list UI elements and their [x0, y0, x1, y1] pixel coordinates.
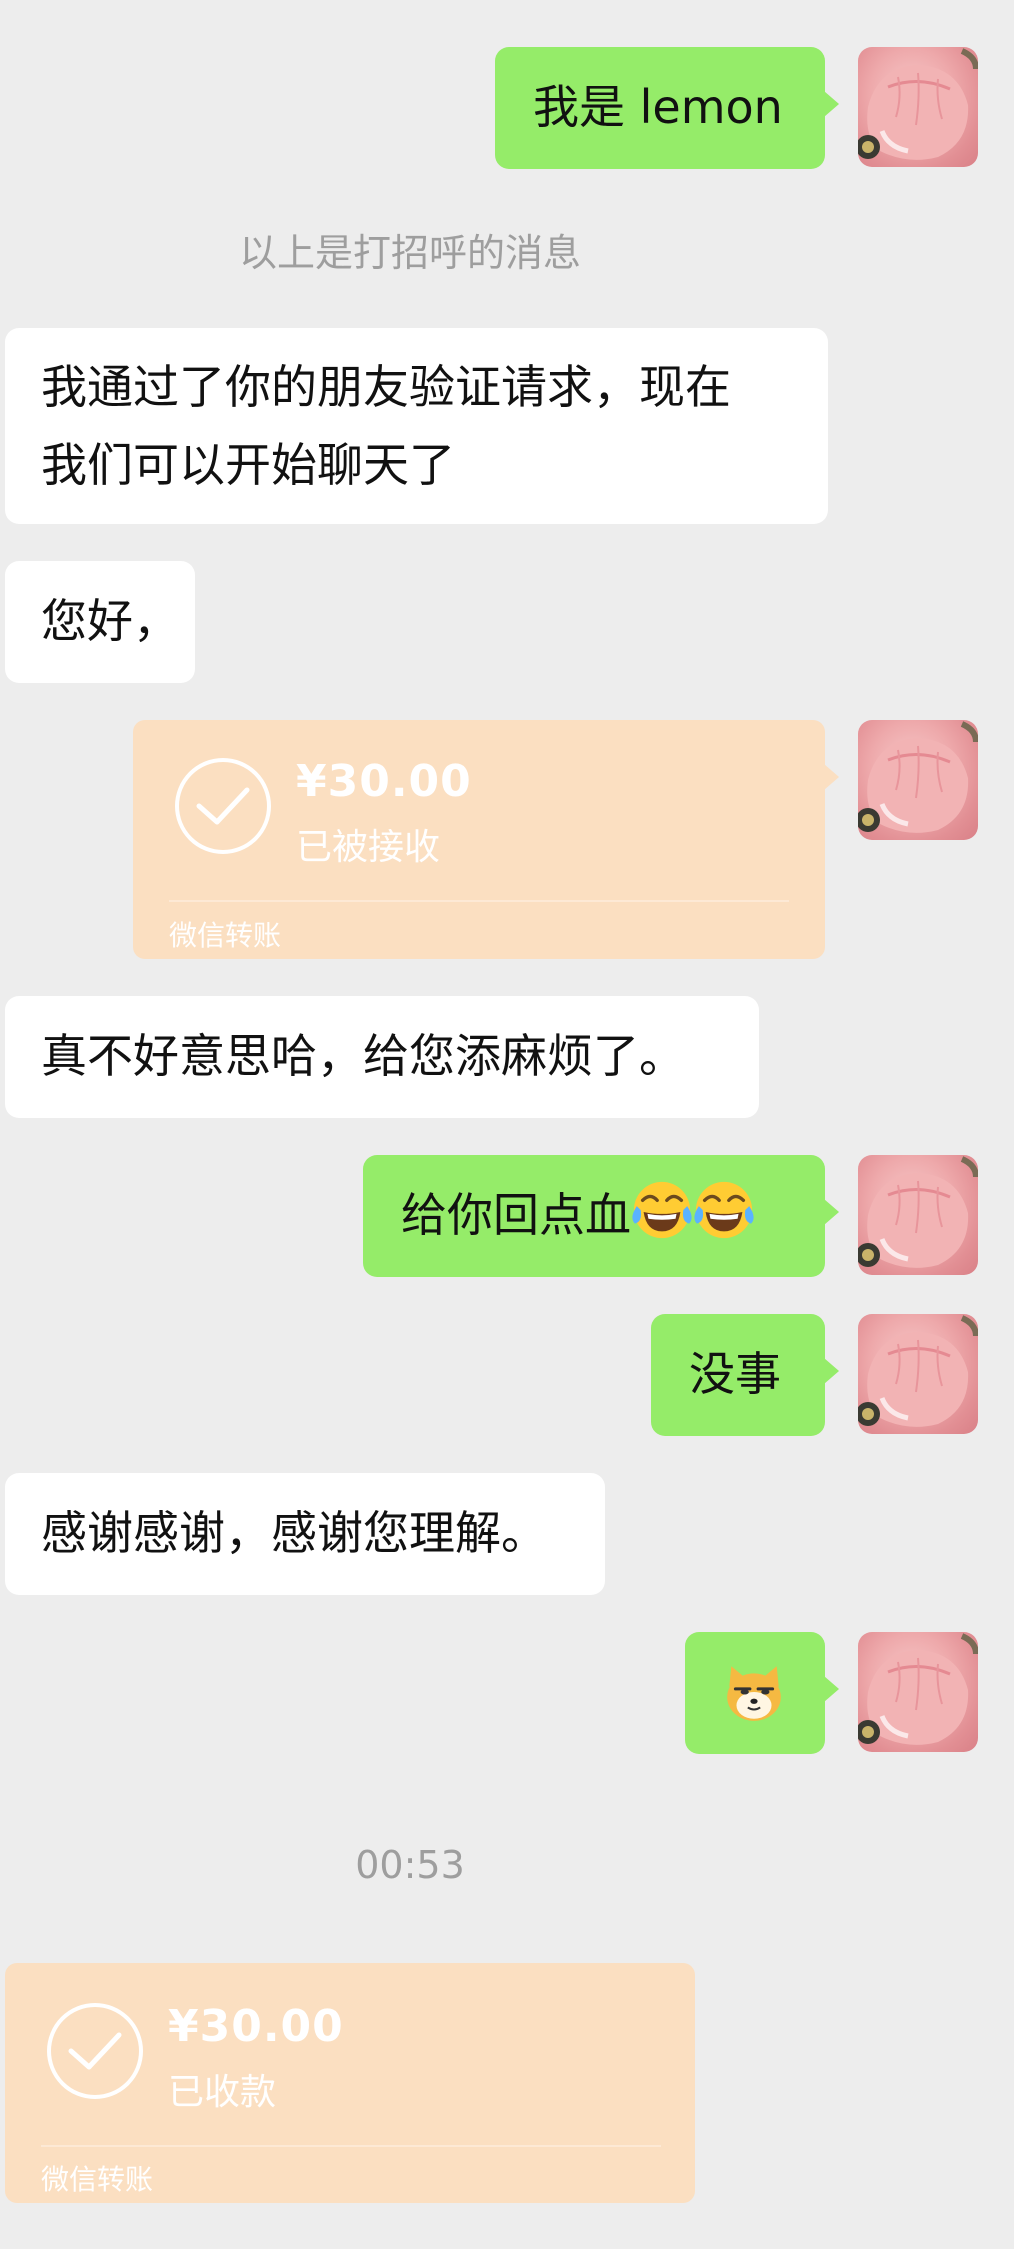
- timestamp: 00:53: [355, 1843, 465, 1887]
- laugh-cry-emoji-icon: [694, 1181, 754, 1239]
- message-text: 真不好意思哈，给您添麻烦了。: [41, 1029, 685, 1083]
- transfer-card-sent[interactable]: ¥30.00 已被接收 微信转账: [133, 720, 839, 959]
- avatar-image: [858, 1156, 978, 1268]
- avatar-self[interactable]: [858, 1314, 978, 1434]
- message-bubble-sent[interactable]: 给你回点血: [363, 1155, 839, 1277]
- message-text: 没事: [689, 1347, 781, 1401]
- transfer-card-received[interactable]: ¥30.00 已收款 微信转账: [5, 1963, 695, 2203]
- message-text: 我是 lemon: [533, 80, 783, 134]
- transfer-amount: ¥30.00: [168, 2001, 344, 2052]
- message-text: 您好，: [41, 594, 179, 648]
- message-text: 感谢感谢，感谢您理解。: [41, 1506, 547, 1560]
- message-bubble-received[interactable]: 感谢感谢，感谢您理解。: [5, 1473, 605, 1595]
- transfer-divider: [41, 2145, 661, 2147]
- system-message: 以上是打招呼的消息: [238, 231, 581, 275]
- message-bubble-sent[interactable]: [685, 1632, 839, 1754]
- message-bubble-sent[interactable]: 我是 lemon: [495, 47, 839, 169]
- message-text-line-1: 我通过了你的朋友验证请求，现在: [41, 360, 731, 414]
- avatar-self[interactable]: [858, 720, 978, 840]
- transfer-accepted-check-icon: [175, 758, 271, 854]
- message-bubble-received[interactable]: 我通过了你的朋友验证请求，现在 我们可以开始聊天了: [5, 328, 828, 524]
- transfer-divider: [169, 900, 789, 902]
- transfer-status: 已被接收: [296, 827, 441, 868]
- message-bubble-received[interactable]: 真不好意思哈，给您添麻烦了。: [5, 996, 759, 1118]
- avatar-image: [858, 48, 978, 160]
- message-bubble-sent[interactable]: 没事: [651, 1314, 839, 1436]
- avatar-image: [858, 721, 978, 833]
- doge-cat-emoji-icon: [727, 1666, 781, 1721]
- transfer-brand-label: 微信转账: [41, 2163, 154, 2196]
- avatar-self[interactable]: [858, 47, 978, 167]
- avatar-image: [858, 1633, 978, 1745]
- message-text: 给你回点血: [401, 1188, 631, 1242]
- transfer-status: 已收款: [168, 2072, 277, 2113]
- transfer-amount: ¥30.00: [296, 756, 472, 807]
- transfer-accepted-check-icon: [47, 2003, 143, 2099]
- message-text-line-2: 我们可以开始聊天了: [41, 438, 455, 492]
- avatar-self[interactable]: [858, 1632, 978, 1752]
- laugh-cry-emoji-icon: [632, 1181, 692, 1239]
- message-bubble-received[interactable]: 您好，: [5, 561, 195, 683]
- transfer-brand-label: 微信转账: [169, 919, 282, 952]
- avatar-image: [858, 1315, 978, 1427]
- avatar-self[interactable]: [858, 1155, 978, 1275]
